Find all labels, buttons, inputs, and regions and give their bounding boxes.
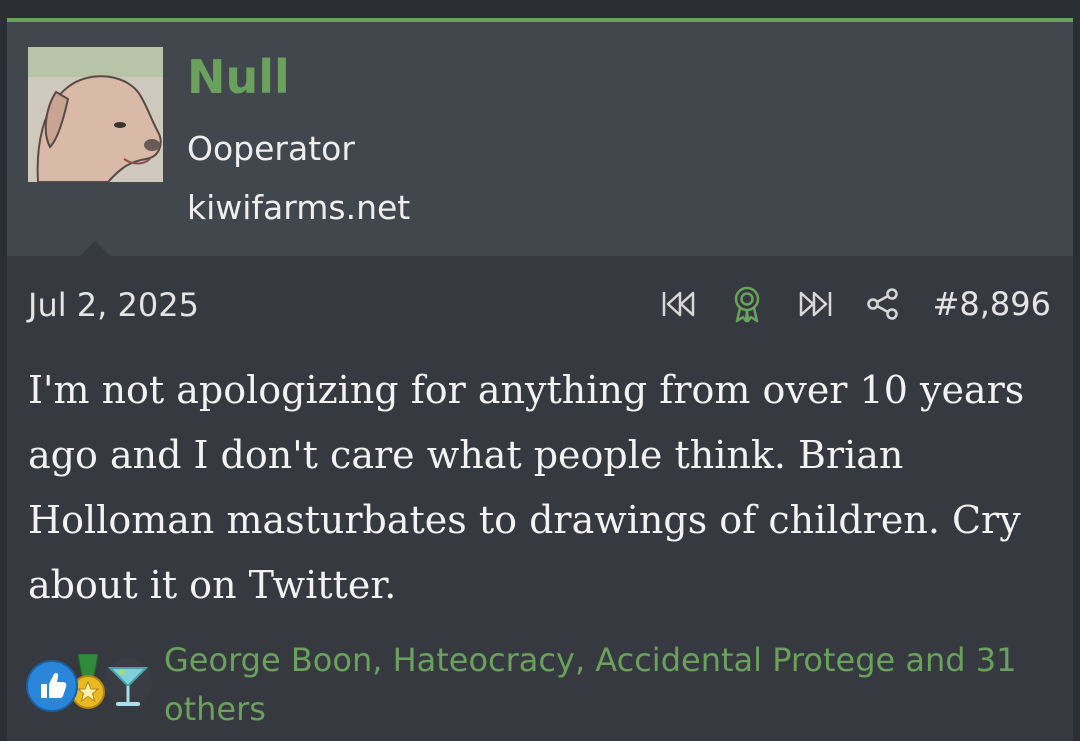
like-icon <box>26 660 78 712</box>
user-title: Ooperator <box>187 129 355 168</box>
post-actions: #8,896 <box>631 284 1051 324</box>
user-header: Null Ooperator kiwifarms.net <box>7 22 1073 257</box>
header-pointer <box>79 241 111 257</box>
reaction-icons[interactable] <box>24 653 159 714</box>
username[interactable]: Null <box>187 52 290 103</box>
post-number-link[interactable]: #8,896 <box>933 285 1051 323</box>
avatar[interactable] <box>28 47 163 182</box>
user-site: kiwifarms.net <box>187 188 411 227</box>
rewind-icon[interactable] <box>659 284 699 324</box>
post-container: Null Ooperator kiwifarms.net Jul 2, 2025 <box>7 18 1073 741</box>
post-date[interactable]: Jul 2, 2025 <box>28 286 199 324</box>
reaction-summary-link[interactable]: George Boon, Hateocracy, Accidental Prot… <box>164 636 1064 734</box>
dog-avatar-icon <box>28 47 163 182</box>
award-icon[interactable] <box>727 284 767 324</box>
share-icon[interactable] <box>863 284 903 324</box>
post-body-text: I'm not apologizing for anything from ov… <box>28 368 1025 607</box>
fast-forward-icon[interactable] <box>795 284 835 324</box>
page-frame: Null Ooperator kiwifarms.net Jul 2, 2025 <box>0 0 1080 741</box>
